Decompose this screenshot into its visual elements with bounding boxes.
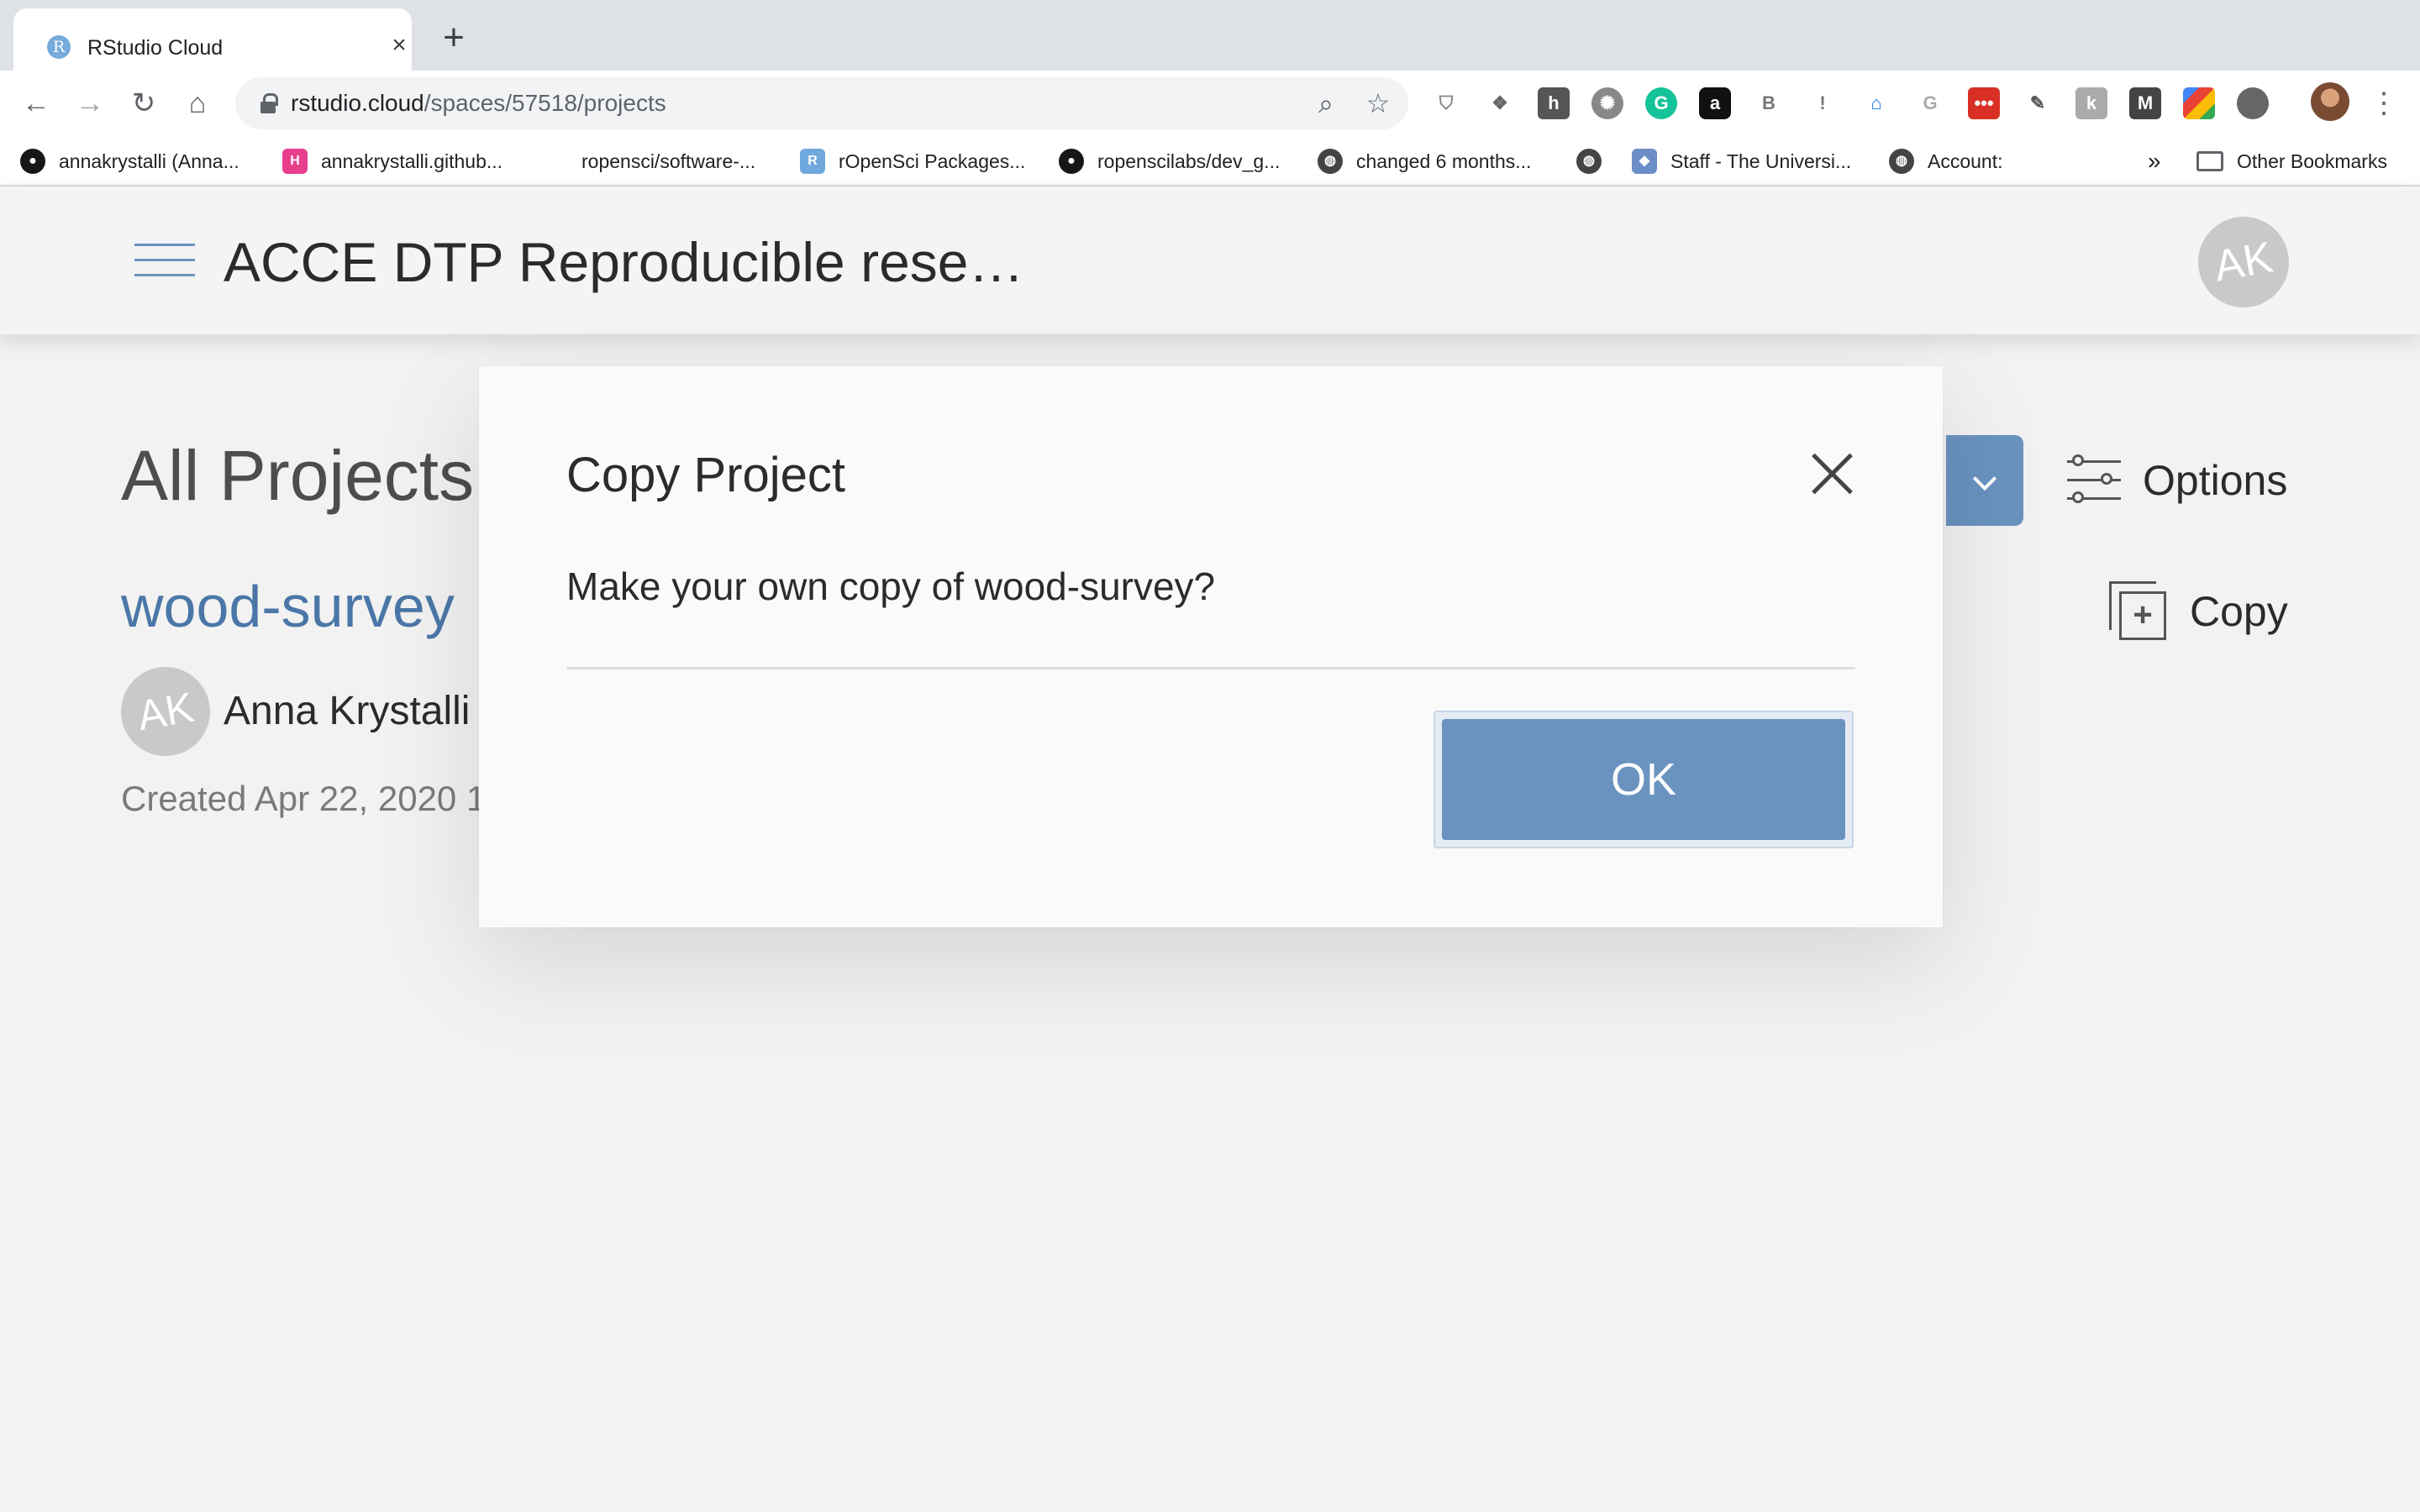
owner-avatar: AK [113,659,218,764]
globe-icon: ◍ [1889,149,1914,174]
extension-dots-icon[interactable]: ••• [1968,87,2000,119]
folder-icon [2196,151,2223,171]
dialog-title: Copy Project [566,448,846,502]
copy-button[interactable]: + Copy [2109,580,2288,643]
extension-shield-icon[interactable]: ⛉ [1430,87,1462,119]
extension-b-icon[interactable]: B [1753,87,1785,119]
bookmark-item[interactable]: ◆ Staff - The Universi... [1632,146,1851,176]
browser-toolbar: ← → ↻ ⌂ rstudio.cloud/spaces/57518/proje… [0,71,2420,136]
google-extension-icon[interactable]: G [1914,87,1946,119]
bookmark-item[interactable]: ● ropenscilabs/dev_g... [1059,146,1280,176]
browser-tab-strip: R RStudio Cloud × + [0,0,2420,71]
extension-lock-icon[interactable]: a [1699,87,1731,119]
ok-button-label: OK [1442,719,1845,840]
url-text[interactable]: rstudio.cloud/spaces/57518/projects [291,91,666,116]
bookmark-item[interactable]: ◍ changed 6 months... [1318,146,1531,176]
globe-icon: ◍ [1576,149,1602,174]
reload-icon[interactable]: ↻ [126,86,161,121]
forward-arrow-icon[interactable]: → [72,86,108,121]
bookmarks-overflow-chevron-icon[interactable]: » [2148,146,2161,176]
options-label: Options [2143,457,2288,504]
extension-circle-icon[interactable] [2237,87,2269,119]
app-header: ACCE DTP Reproducible rese… AK [0,186,2420,334]
hamburger-menu-icon[interactable] [134,244,195,277]
extension-k-icon[interactable]: k [2075,87,2107,119]
ok-button[interactable]: OK [1434,711,1854,848]
copy-plus-icon: + [2109,581,2168,642]
new-tab-plus-icon[interactable]: + [439,19,469,56]
project-name-link[interactable]: wood-survey [121,571,455,642]
close-icon[interactable] [1808,450,1855,497]
lock-icon[interactable] [260,93,278,113]
extension-google-grid-icon[interactable] [2183,87,2215,119]
user-avatar[interactable]: AK [2191,209,2296,315]
sliders-icon [2067,454,2121,507]
copy-project-dialog: Copy Project Make your own copy of wood-… [479,366,1943,927]
bookmark-item[interactable]: ◍ Account: [1889,146,2003,176]
options-button[interactable]: Options [2067,450,2287,511]
page-title: All Projects [121,436,475,515]
github-icon: ● [20,149,45,174]
browser-profile-avatar[interactable] [2311,82,2349,121]
space-title: ACCE DTP Reproducible rese… [224,231,1024,293]
extension-gear-icon[interactable]: ✺ [1591,87,1623,119]
dialog-divider [566,667,1855,669]
bookmark-item[interactable]: ● annakrystalli (Anna... [20,146,239,176]
hexagon-h-icon: H [282,149,308,174]
github-icon: ● [1059,149,1084,174]
bookmarks-bar: ● annakrystalli (Anna... H annakrystalli… [0,136,2420,186]
dropbox-extension-icon[interactable]: ❖ [1484,87,1516,119]
hypothesis-extension-icon[interactable]: h [1538,87,1570,119]
address-bar[interactable]: rstudio.cloud/spaces/57518/projects ⌕ ☆ [235,77,1408,129]
owner-name: Anna Krystalli [224,689,471,733]
shield-crest-icon: ◆ [1632,149,1657,174]
bookmark-star-icon[interactable]: ☆ [1363,88,1393,118]
extension-eyedropper-icon[interactable]: ✎ [2022,87,2054,119]
browser-menu-icon[interactable]: ⋮ [2370,84,2398,123]
created-date: Created Apr 22, 2020 1 [121,779,487,818]
dialog-message: Make your own copy of wood-survey? [566,564,1216,608]
new-project-dropdown-button[interactable] [1946,435,2023,526]
back-arrow-icon[interactable]: ← [18,86,54,121]
extension-bang-icon[interactable]: ! [1807,87,1839,119]
globe-icon: ◍ [1318,149,1343,174]
ropensci-hex-icon: R [800,149,825,174]
extension-bank-icon[interactable]: ⌂ [1860,87,1892,119]
rstudio-favicon-icon: R [47,35,71,59]
other-bookmarks[interactable]: Other Bookmarks [2196,146,2387,176]
copy-label: Copy [2190,588,2288,635]
home-icon[interactable]: ⌂ [180,86,215,121]
zoom-icon[interactable]: ⌕ [1311,88,1341,118]
tab-close-icon[interactable]: × [387,33,412,59]
browser-tab[interactable]: R RStudio Cloud × [13,8,412,71]
bookmark-item[interactable]: H annakrystalli.github... [282,146,502,176]
bookmark-item[interactable]: ◍ [1576,146,1615,176]
grammarly-extension-icon[interactable]: G [1645,87,1677,119]
bookmark-item[interactable]: R rOpenSci Packages... [800,146,1025,176]
bookmark-item[interactable]: ropensci/software-... [581,146,755,176]
extension-m-icon[interactable]: M [2129,87,2161,119]
tab-title: RStudio Cloud [87,36,224,60]
